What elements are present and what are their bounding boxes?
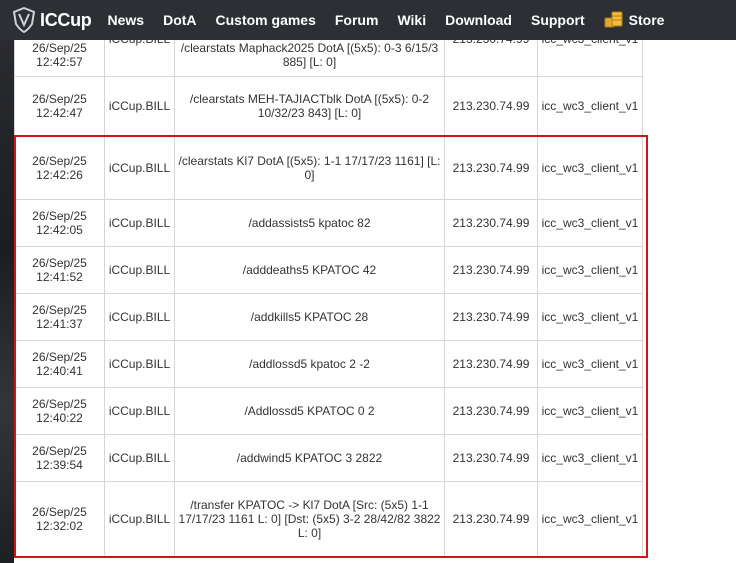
site-logo[interactable]: ICCup bbox=[12, 7, 92, 33]
ip-cell: 213.230.74.99 bbox=[444, 387, 538, 435]
ip-cell: 213.230.74.99 bbox=[444, 246, 538, 294]
client-cell: icc_wc3_client_v1 bbox=[537, 199, 643, 247]
ip-cell: 213.230.74.99 bbox=[444, 481, 538, 557]
client-cell: icc_wc3_client_v1 bbox=[537, 246, 643, 294]
command-cell: /addwind5 KPATOC 3 2822 bbox=[174, 434, 445, 482]
table-row: 26/Sep/25 12:40:22 iCCup.BILL /Addlossd5 … bbox=[14, 387, 643, 435]
nav-wiki[interactable]: Wiki bbox=[397, 12, 426, 28]
nav-dota[interactable]: DotA bbox=[163, 12, 196, 28]
table-row: 26/Sep/25 12:40:41 iCCup.BILL /addlossd5 … bbox=[14, 340, 643, 388]
date-cell: 26/Sep/25 12:42:47 bbox=[14, 76, 105, 136]
coins-icon bbox=[604, 10, 629, 31]
user-cell: iCCup.BILL bbox=[104, 387, 175, 435]
table-row: 26/Sep/25 12:41:37 iCCup.BILL /addkills5 … bbox=[14, 293, 643, 341]
ip-cell: 213.230.74.99 bbox=[444, 135, 538, 200]
command-cell: /transfer KPATOC -> Kl7 DotA [Src: (5x5)… bbox=[174, 481, 445, 557]
nav-store[interactable]: Store bbox=[604, 10, 665, 31]
date-cell: 26/Sep/25 12:42:05 bbox=[14, 199, 105, 247]
nav-news[interactable]: News bbox=[108, 12, 145, 28]
client-cell: icc_wc3_client_v1 bbox=[537, 434, 643, 482]
ip-cell: 213.230.74.99 bbox=[444, 199, 538, 247]
client-cell: icc_wc3_client_v1 bbox=[537, 76, 643, 136]
user-cell: iCCup.BILL bbox=[104, 481, 175, 557]
client-cell: icc_wc3_client_v1 bbox=[537, 340, 643, 388]
table-row: 26/Sep/25 12:42:26 iCCup.BILL /clearstats… bbox=[14, 135, 643, 200]
command-cell: /addlossd5 kpatoc 2 -2 bbox=[174, 340, 445, 388]
admin-log-table: 26/Sep/2512:42:57 iCCup.BILL /clearstats… bbox=[14, 0, 643, 557]
command-cell: /addassists5 kpatoc 82 bbox=[174, 199, 445, 247]
date-cell: 26/Sep/25 12:42:26 bbox=[14, 135, 105, 200]
command-cell: /addkills5 KPATOC 28 bbox=[174, 293, 445, 341]
command-cell: /clearstats MEH-TAJIACTblk DotA [(5x5): … bbox=[174, 76, 445, 136]
user-cell: iCCup.BILL bbox=[104, 199, 175, 247]
user-cell: iCCup.BILL bbox=[104, 293, 175, 341]
date-cell: 26/Sep/25 12:40:41 bbox=[14, 340, 105, 388]
shield-logo-icon bbox=[12, 7, 36, 33]
ip-cell: 213.230.74.99 bbox=[444, 76, 538, 136]
user-cell: iCCup.BILL bbox=[104, 434, 175, 482]
logo-text: ICCup bbox=[40, 9, 92, 30]
command-cell: /Addlossd5 KPATOC 0 2 bbox=[174, 387, 445, 435]
client-cell: icc_wc3_client_v1 bbox=[537, 387, 643, 435]
user-cell: iCCup.BILL bbox=[104, 135, 175, 200]
table-row: 26/Sep/25 12:41:52 iCCup.BILL /adddeaths5… bbox=[14, 246, 643, 294]
table-row: 26/Sep/25 12:39:54 iCCup.BILL /addwind5 K… bbox=[14, 434, 643, 482]
page-background bbox=[0, 40, 14, 563]
command-cell: /clearstats Kl7 DotA [(5x5): 1-1 17/17/2… bbox=[174, 135, 445, 200]
nav-download[interactable]: Download bbox=[445, 12, 512, 28]
date-cell: 26/Sep/25 12:39:54 bbox=[14, 434, 105, 482]
ip-cell: 213.230.74.99 bbox=[444, 340, 538, 388]
user-cell: iCCup.BILL bbox=[104, 340, 175, 388]
date-cell: 26/Sep/25 12:41:37 bbox=[14, 293, 105, 341]
nav-forum[interactable]: Forum bbox=[335, 12, 379, 28]
user-cell: iCCup.BILL bbox=[104, 76, 175, 136]
table-row: 26/Sep/25 12:32:02 iCCup.BILL /transfer K… bbox=[14, 481, 643, 557]
ip-cell: 213.230.74.99 bbox=[444, 434, 538, 482]
table-row: 26/Sep/25 12:42:05 iCCup.BILL /addassists… bbox=[14, 199, 643, 247]
ip-cell: 213.230.74.99 bbox=[444, 293, 538, 341]
date-cell: 26/Sep/25 12:40:22 bbox=[14, 387, 105, 435]
command-cell: /adddeaths5 KPATOC 42 bbox=[174, 246, 445, 294]
table-row: 26/Sep/25 12:42:47 iCCup.BILL /clearstats… bbox=[14, 76, 643, 136]
client-cell: icc_wc3_client_v1 bbox=[537, 293, 643, 341]
nav-store-label: Store bbox=[628, 12, 665, 28]
nav-support[interactable]: Support bbox=[531, 12, 585, 28]
date-cell: 26/Sep/25 12:32:02 bbox=[14, 481, 105, 557]
client-cell: icc_wc3_client_v1 bbox=[537, 135, 643, 200]
top-navbar: ICCup News DotA Custom games Forum Wiki … bbox=[0, 0, 736, 40]
date-cell: 26/Sep/25 12:41:52 bbox=[14, 246, 105, 294]
client-cell: icc_wc3_client_v1 bbox=[537, 481, 643, 557]
user-cell: iCCup.BILL bbox=[104, 246, 175, 294]
nav-custom-games[interactable]: Custom games bbox=[216, 12, 316, 28]
